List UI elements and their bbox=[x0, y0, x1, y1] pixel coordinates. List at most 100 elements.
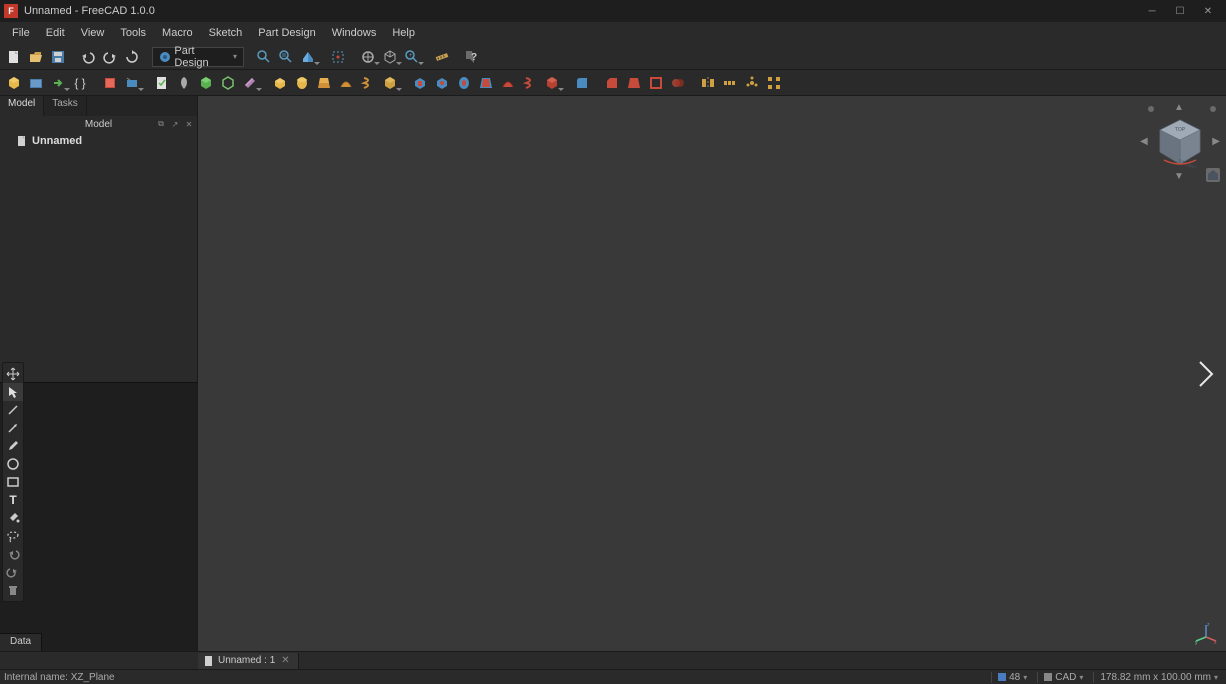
circle-tool-icon[interactable] bbox=[3, 455, 23, 473]
hole-icon[interactable] bbox=[432, 73, 452, 93]
arrow-tool-icon[interactable] bbox=[3, 419, 23, 437]
helix-additive-icon[interactable] bbox=[358, 73, 378, 93]
loft-sub-icon[interactable] bbox=[476, 73, 496, 93]
trash-icon[interactable] bbox=[3, 581, 23, 599]
revolve-icon[interactable] bbox=[292, 73, 312, 93]
menu-windows[interactable]: Windows bbox=[324, 25, 385, 41]
open-file-icon[interactable] bbox=[26, 47, 46, 67]
step-fwd-icon[interactable] bbox=[3, 563, 23, 581]
mirror-icon[interactable] bbox=[698, 73, 718, 93]
navcube-left-arrow-icon[interactable]: ◀ bbox=[1140, 136, 1148, 147]
polar-pattern-icon[interactable] bbox=[742, 73, 762, 93]
navcube-corner-tr[interactable] bbox=[1210, 106, 1216, 112]
shape-binder-icon[interactable] bbox=[196, 73, 216, 93]
thickness-icon[interactable] bbox=[646, 73, 666, 93]
panel-close-icon[interactable]: ✕ bbox=[183, 118, 195, 130]
menu-view[interactable]: View bbox=[73, 25, 113, 41]
check-geom-icon[interactable] bbox=[174, 73, 194, 93]
sub-shape-icon[interactable] bbox=[218, 73, 238, 93]
create-sketch-icon[interactable] bbox=[26, 73, 46, 93]
fillet-icon[interactable] bbox=[572, 73, 592, 93]
menu-tools[interactable]: Tools bbox=[112, 25, 154, 41]
linear-pattern-icon[interactable] bbox=[720, 73, 740, 93]
model-tree[interactable]: Unnamed bbox=[0, 132, 197, 382]
status-nav-style[interactable]: CAD ▾ bbox=[1037, 672, 1087, 683]
whatsthis-icon[interactable]: ? bbox=[462, 47, 482, 67]
menu-sketch[interactable]: Sketch bbox=[201, 25, 251, 41]
menu-file[interactable]: File bbox=[4, 25, 38, 41]
panel-detach-icon[interactable]: ↗ bbox=[169, 118, 181, 130]
move-tool-icon[interactable] bbox=[3, 365, 23, 383]
navcube-right-arrow-icon[interactable]: ▶ bbox=[1212, 136, 1220, 147]
rect-tool-icon[interactable] bbox=[3, 473, 23, 491]
zoom-fit-icon[interactable] bbox=[254, 47, 274, 67]
pocket-icon[interactable] bbox=[410, 73, 430, 93]
helix-sub-icon[interactable] bbox=[520, 73, 540, 93]
step-back-icon[interactable] bbox=[3, 545, 23, 563]
map-sketch-icon[interactable] bbox=[122, 73, 142, 93]
status-instance-count[interactable]: 48 ▾ bbox=[991, 672, 1031, 683]
navcube-home-icon[interactable] bbox=[1206, 168, 1220, 182]
datum-icon[interactable] bbox=[240, 73, 260, 93]
text-tool-icon[interactable]: T bbox=[3, 491, 23, 509]
window-controls: ─ ☐ ✕ bbox=[1138, 2, 1222, 20]
bounding-box-icon[interactable] bbox=[328, 47, 348, 67]
primitive-additive-icon[interactable] bbox=[380, 73, 400, 93]
loft-additive-icon[interactable] bbox=[314, 73, 334, 93]
viewport-3d[interactable]: ▲ ▼ ◀ ▶ TOP FRONT bbox=[198, 96, 1226, 651]
select-tool-icon[interactable] bbox=[3, 383, 23, 401]
edit-sketch-icon[interactable] bbox=[100, 73, 120, 93]
navcube-down-arrow-icon[interactable]: ▼ bbox=[1174, 171, 1184, 182]
close-button[interactable]: ✕ bbox=[1194, 2, 1222, 20]
zoom-selection-icon[interactable] bbox=[276, 47, 296, 67]
tree-root-label: Unnamed bbox=[32, 135, 82, 147]
pencil-tool-icon[interactable] bbox=[3, 437, 23, 455]
panel-float-icon[interactable]: ⧉ bbox=[155, 118, 167, 130]
tab-data[interactable]: Data bbox=[0, 634, 42, 651]
redo-icon[interactable] bbox=[100, 47, 120, 67]
create-body-icon[interactable] bbox=[4, 73, 24, 93]
chamfer-icon[interactable] bbox=[602, 73, 622, 93]
undo-icon[interactable] bbox=[78, 47, 98, 67]
panel-tabs: Model Tasks bbox=[0, 96, 197, 116]
navcube-corner-tl[interactable] bbox=[1148, 106, 1154, 112]
axonometric-view-icon[interactable] bbox=[380, 47, 400, 67]
new-file-icon[interactable] bbox=[4, 47, 24, 67]
sweep-additive-icon[interactable] bbox=[336, 73, 356, 93]
maximize-button[interactable]: ☐ bbox=[1166, 2, 1194, 20]
line-tool-icon[interactable] bbox=[3, 401, 23, 419]
pad-icon[interactable] bbox=[270, 73, 290, 93]
isometric-view-icon[interactable] bbox=[358, 47, 378, 67]
save-icon[interactable] bbox=[48, 47, 68, 67]
expand-right-chevron-icon[interactable] bbox=[1196, 358, 1216, 390]
groove-icon[interactable] bbox=[454, 73, 474, 93]
tree-root-item[interactable]: Unnamed bbox=[4, 134, 193, 148]
menu-part-design[interactable]: Part Design bbox=[250, 25, 323, 41]
validate-icon[interactable] bbox=[152, 73, 172, 93]
menu-help[interactable]: Help bbox=[384, 25, 423, 41]
multi-transform-icon[interactable] bbox=[764, 73, 784, 93]
tab-tasks[interactable]: Tasks bbox=[44, 96, 87, 116]
export-icon[interactable] bbox=[48, 73, 68, 93]
tab-model[interactable]: Model bbox=[0, 96, 44, 116]
sync-view-icon[interactable]: + bbox=[402, 47, 422, 67]
draft-icon[interactable] bbox=[624, 73, 644, 93]
bucket-tool-icon[interactable] bbox=[3, 509, 23, 527]
status-dimensions[interactable]: 178.82 mm x 100.00 mm ▾ bbox=[1093, 672, 1222, 683]
navcube-up-arrow-icon[interactable]: ▲ bbox=[1174, 102, 1184, 113]
lasso-tool-icon[interactable] bbox=[3, 527, 23, 545]
primitive-sub-icon[interactable] bbox=[542, 73, 562, 93]
workbench-selector[interactable]: Part Design ▾ bbox=[152, 47, 244, 67]
doc-tab-close-icon[interactable]: ✕ bbox=[279, 655, 291, 666]
measure-icon[interactable] bbox=[432, 47, 452, 67]
menu-edit[interactable]: Edit bbox=[38, 25, 73, 41]
sweep-sub-icon[interactable] bbox=[498, 73, 518, 93]
refresh-icon[interactable] bbox=[122, 47, 142, 67]
minimize-button[interactable]: ─ bbox=[1138, 2, 1166, 20]
doc-tab-unnamed[interactable]: Unnamed : 1 ✕ bbox=[198, 653, 299, 669]
boolean-icon[interactable] bbox=[668, 73, 688, 93]
menu-macro[interactable]: Macro bbox=[154, 25, 201, 41]
vars-icon[interactable]: { } bbox=[70, 73, 90, 93]
navcube-cube[interactable]: TOP FRONT bbox=[1154, 116, 1206, 168]
draw-style-icon[interactable] bbox=[298, 47, 318, 67]
